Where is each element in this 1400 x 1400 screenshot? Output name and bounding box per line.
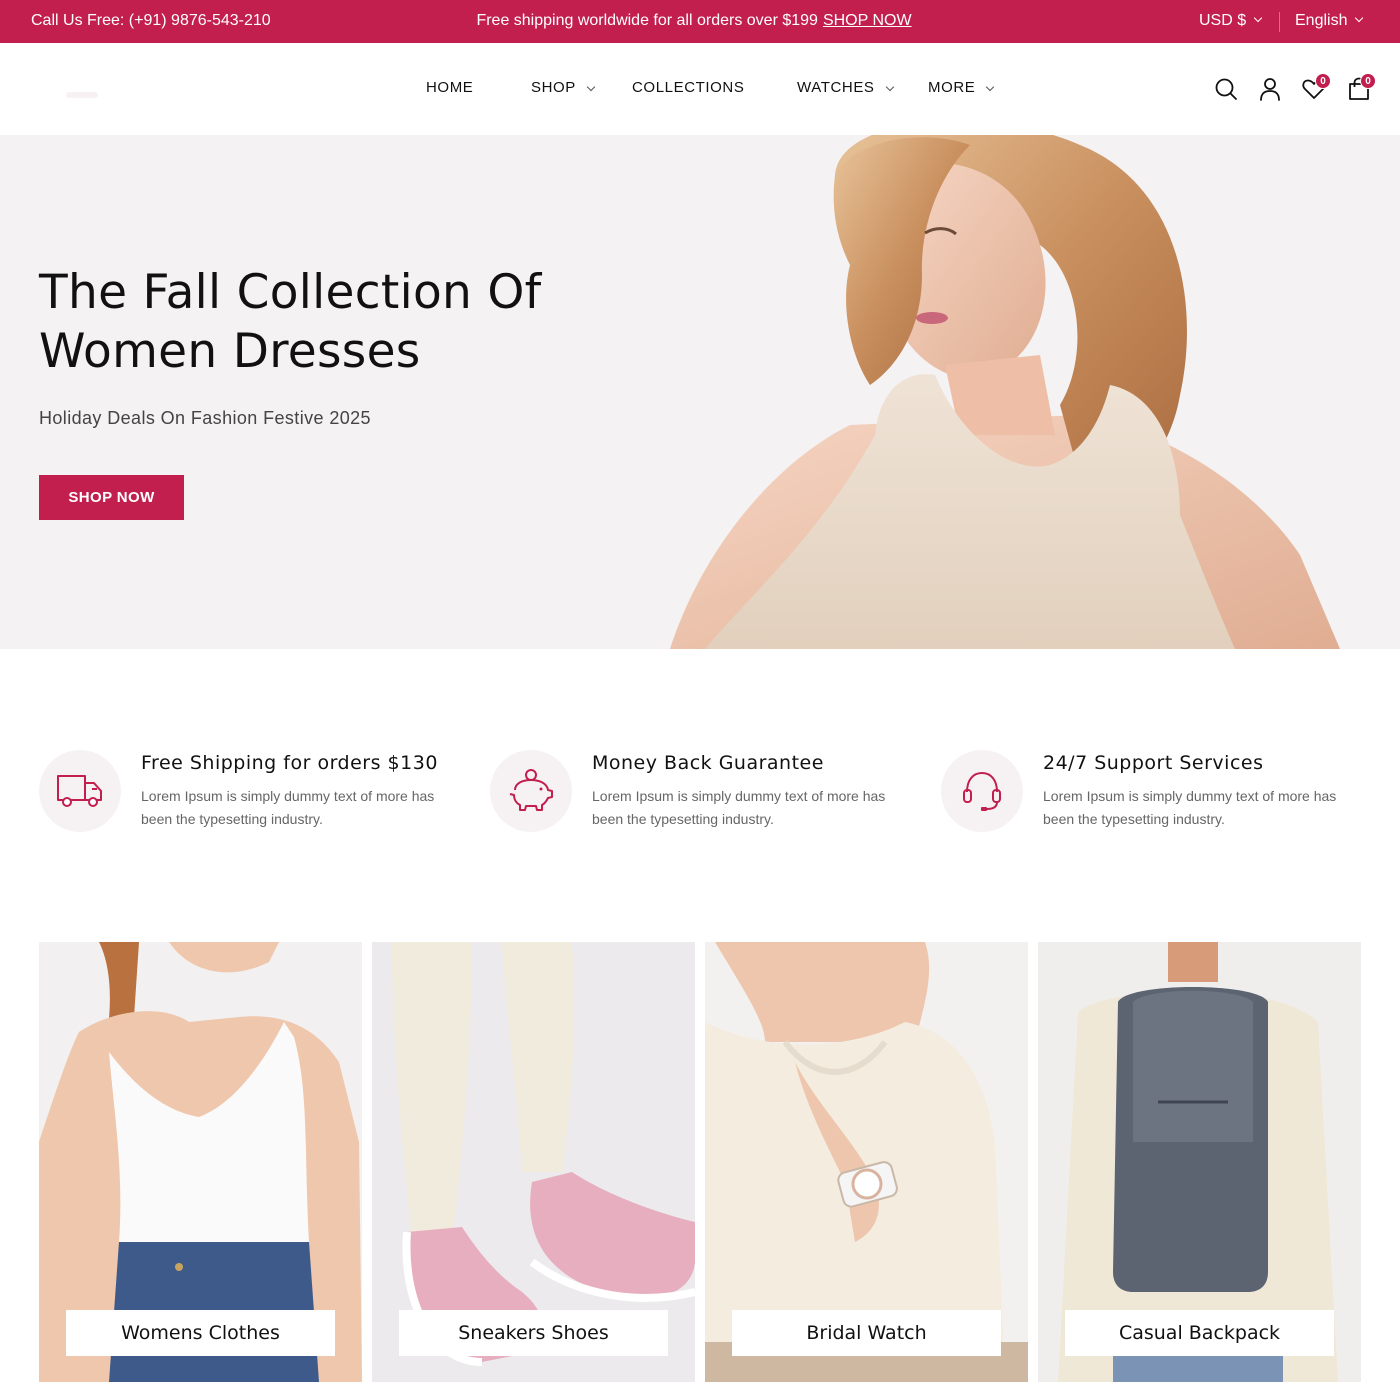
- feature-description: Lorem Ipsum is simply dummy text of more…: [1043, 788, 1337, 827]
- hero-title: The Fall Collection Of Women Dresses: [39, 263, 542, 381]
- category-label[interactable]: Bridal Watch: [732, 1310, 1001, 1356]
- chevron-down-icon: [885, 82, 894, 92]
- wishlist-count-badge: 0: [1315, 73, 1331, 89]
- category-card-sneakers-shoes[interactable]: Sneakers Shoes: [372, 942, 695, 1382]
- nav-collections[interactable]: COLLECTIONS: [632, 79, 744, 96]
- category-card-casual-backpack[interactable]: Casual Backpack: [1038, 942, 1361, 1382]
- features-section: Free Shipping for orders $130 Lorem Ipsu…: [0, 700, 1400, 890]
- search-icon: [1215, 78, 1237, 100]
- currency-selector[interactable]: USD $: [1199, 12, 1263, 30]
- feature-icon-circle: [39, 750, 121, 832]
- feature-icon-circle: [490, 750, 572, 832]
- category-label[interactable]: Womens Clothes: [66, 1310, 335, 1356]
- nav-label: WATCHES: [797, 79, 875, 96]
- category-grid: Womens Clothes Sneakers Shoes Bridal Wat…: [0, 942, 1400, 1382]
- category-card-bridal-watch[interactable]: Bridal Watch: [705, 942, 1028, 1382]
- category-card-womens-clothes[interactable]: Womens Clothes: [39, 942, 362, 1382]
- chevron-down-icon: [1355, 13, 1364, 23]
- promo-shop-now-link[interactable]: SHOP NOW: [823, 12, 912, 29]
- nav-label: COLLECTIONS: [632, 79, 745, 96]
- nav-label: MORE: [928, 79, 976, 96]
- feature-icon-circle: [941, 750, 1023, 832]
- promo-text: Free shipping worldwide for all orders o…: [476, 12, 818, 29]
- promo-message: Free shipping worldwide for all orders o…: [0, 12, 1388, 30]
- site-header: HOME SHOP COLLECTIONS WATCHES MORE 0 0: [0, 43, 1400, 135]
- language-label: English: [1295, 12, 1348, 29]
- nav-watches[interactable]: WATCHES: [797, 79, 894, 96]
- nav-more[interactable]: MORE: [928, 79, 995, 96]
- feature-description: Lorem Ipsum is simply dummy text of more…: [141, 788, 435, 827]
- hero-shop-now-button[interactable]: SHOP NOW: [39, 475, 184, 520]
- feature-title: Money Back Guarantee: [592, 752, 824, 774]
- category-label[interactable]: Sneakers Shoes: [399, 1310, 668, 1356]
- feature-free-shipping: Free Shipping for orders $130 Lorem Ipsu…: [39, 750, 459, 840]
- account-button[interactable]: [1256, 75, 1284, 103]
- hero-model-image: [670, 135, 1340, 649]
- category-label[interactable]: Casual Backpack: [1065, 1310, 1334, 1356]
- cart-count-badge: 0: [1360, 73, 1376, 89]
- feature-title: Free Shipping for orders $130: [141, 752, 438, 774]
- headset-icon: [963, 771, 1001, 811]
- truck-icon: [57, 775, 102, 807]
- feature-money-back: Money Back Guarantee Lorem Ipsum is simp…: [490, 750, 910, 840]
- feature-description: Lorem Ipsum is simply dummy text of more…: [592, 788, 886, 827]
- piggy-bank-icon: [509, 769, 553, 811]
- chevron-down-icon: [986, 82, 995, 92]
- feature-title: 24/7 Support Services: [1043, 752, 1264, 774]
- nav-label: SHOP: [531, 79, 576, 96]
- cart-button[interactable]: 0: [1345, 73, 1376, 103]
- nav-label: HOME: [426, 79, 474, 96]
- divider: [1279, 12, 1280, 32]
- chevron-down-icon: [586, 82, 596, 92]
- user-icon: [1260, 78, 1280, 101]
- logo[interactable]: [60, 83, 104, 107]
- currency-label: USD $: [1199, 12, 1247, 29]
- nav-home[interactable]: HOME: [426, 79, 473, 96]
- wishlist-button[interactable]: 0: [1300, 73, 1331, 103]
- hero-title-line: Women Dresses: [39, 324, 421, 379]
- nav-shop[interactable]: SHOP: [531, 79, 596, 96]
- language-selector[interactable]: English: [1295, 12, 1364, 30]
- search-button[interactable]: [1212, 75, 1240, 103]
- announcement-bar: Call Us Free: (+91) 9876-543-210 Free sh…: [0, 0, 1400, 43]
- hero-subtitle: Holiday Deals On Fashion Festive 2025: [39, 408, 371, 428]
- feature-support: 24/7 Support Services Lorem Ipsum is sim…: [941, 750, 1361, 840]
- chevron-down-icon: [1253, 13, 1263, 23]
- hero-banner: The Fall Collection Of Women Dresses Holi…: [0, 135, 1400, 649]
- hero-title-line: The Fall Collection Of: [39, 265, 542, 320]
